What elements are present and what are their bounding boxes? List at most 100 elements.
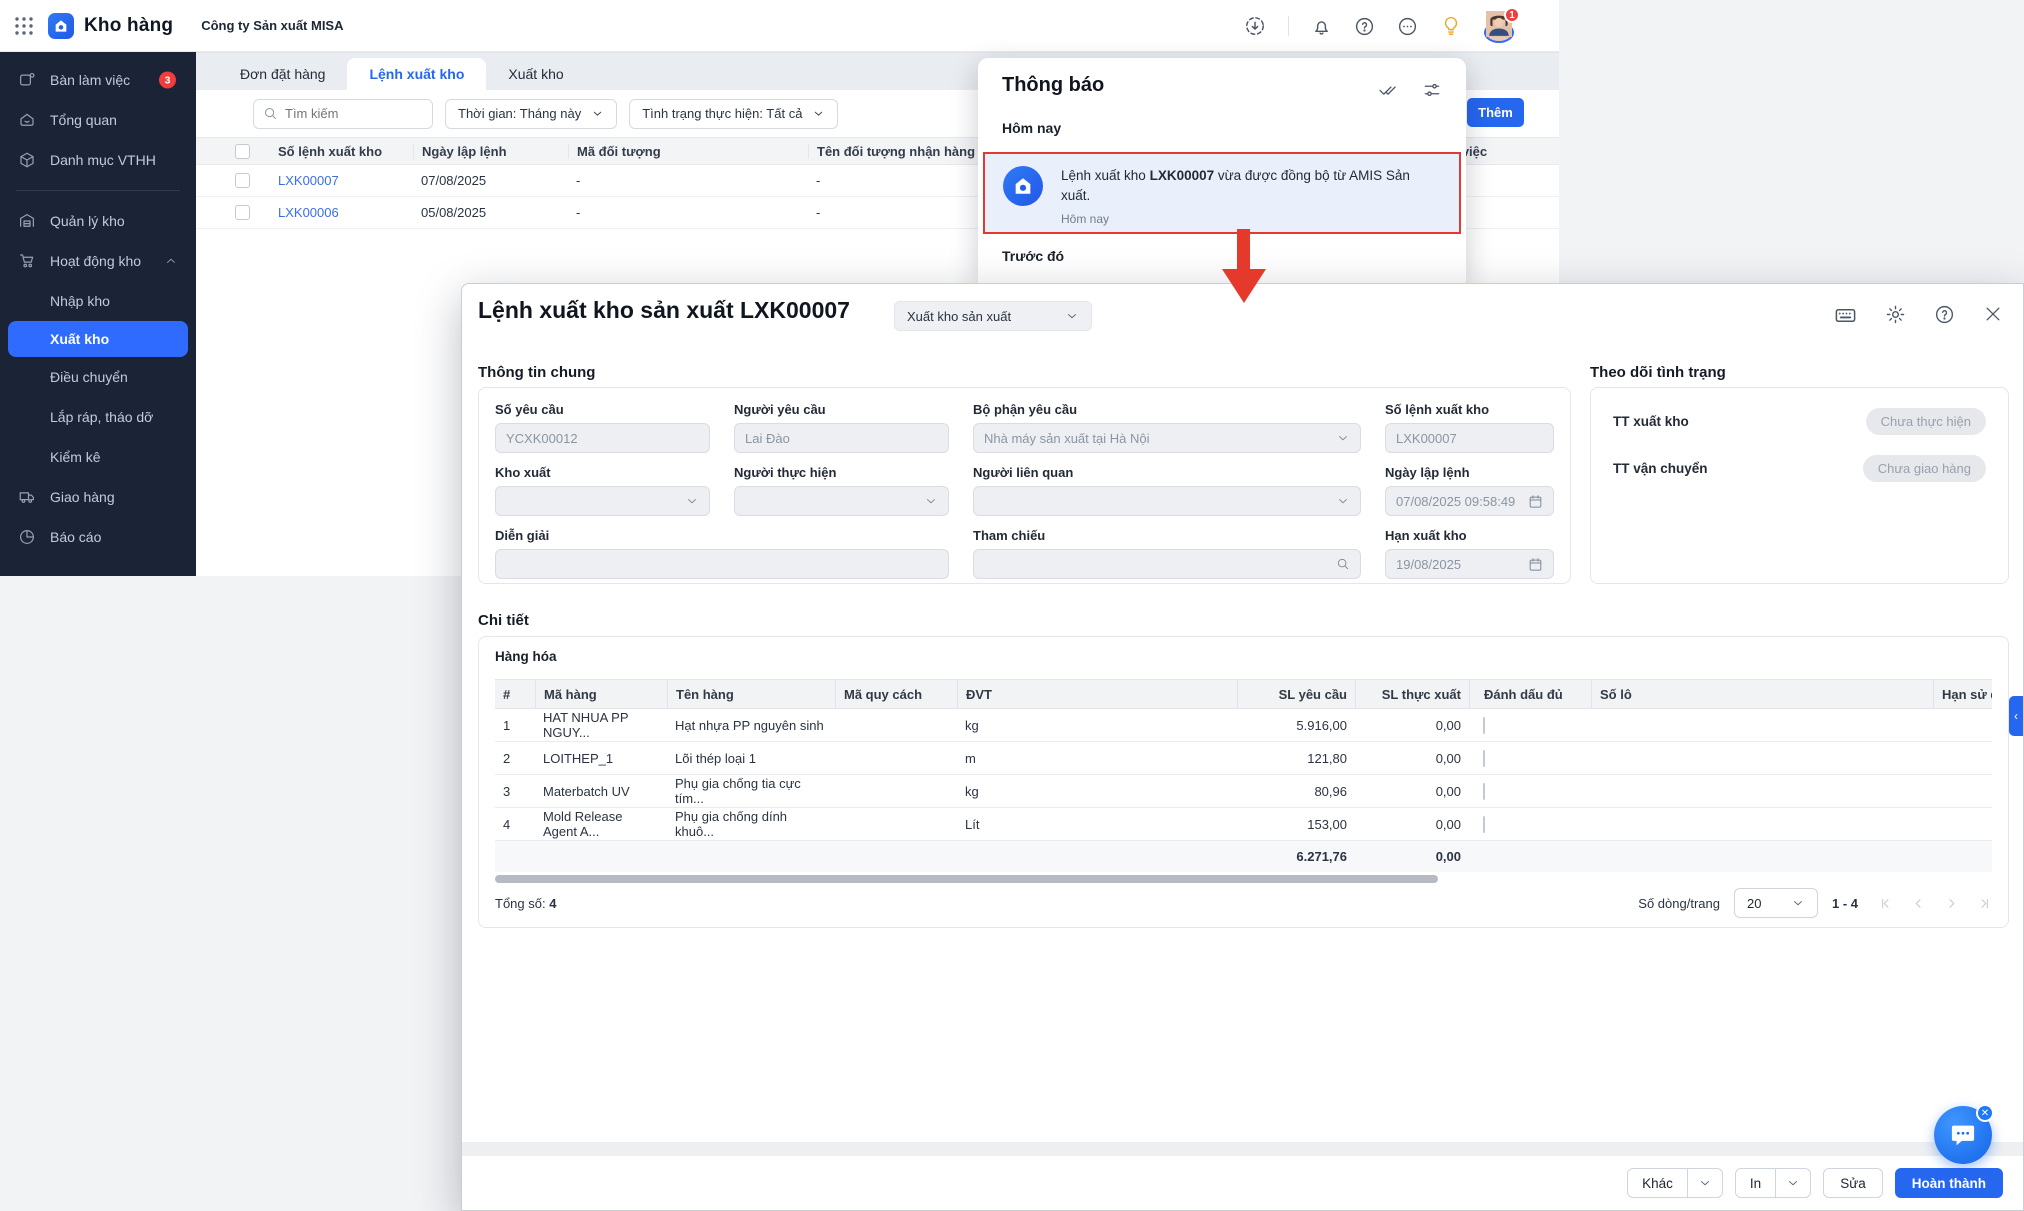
sidebar-item-tong-quan[interactable]: Tổng quan bbox=[0, 100, 196, 140]
sidebar-item-dieu-chuyen[interactable]: Điều chuyển bbox=[0, 357, 196, 397]
field-so-yeu-cau: Số yêu cầu bbox=[495, 402, 710, 453]
app-grid-icon[interactable] bbox=[14, 16, 34, 36]
add-button[interactable]: Thêm bbox=[1467, 98, 1524, 127]
next-page-icon[interactable] bbox=[1944, 896, 1959, 911]
tab-don-dat-hang[interactable]: Đơn đặt hàng bbox=[218, 58, 347, 90]
tab-xuat-kho[interactable]: Xuất kho bbox=[486, 58, 585, 90]
sidebar-item-xuat-kho[interactable]: Xuất kho bbox=[8, 321, 188, 357]
horizontal-scrollbar[interactable] bbox=[495, 875, 1992, 883]
sidebar-item-label: Giao hàng bbox=[50, 489, 115, 505]
status-filter-dropdown[interactable]: Tình trạng thực hiện: Tất cả bbox=[629, 98, 839, 129]
more-options-icon[interactable] bbox=[1397, 16, 1418, 37]
sidebar-item-kiem-ke[interactable]: Kiểm kê bbox=[0, 437, 196, 477]
close-icon[interactable] bbox=[1983, 304, 2003, 327]
bo-phan-yeu-cau-select[interactable]: Nhà máy sản xuất tại Hà Nội bbox=[973, 423, 1361, 453]
tab-hang-hoa[interactable]: Hàng hóa bbox=[495, 649, 557, 664]
khac-button-label[interactable]: Khác bbox=[1628, 1169, 1687, 1197]
help-icon[interactable] bbox=[1354, 16, 1375, 37]
in-button-label[interactable]: In bbox=[1736, 1169, 1775, 1197]
sidebar-item-label: Quản lý kho bbox=[50, 213, 125, 229]
sidebar-item-bao-cao[interactable]: Báo cáo bbox=[0, 517, 196, 557]
field-kho-xuat: Kho xuất bbox=[495, 465, 710, 516]
total-qty-required: 6.271,76 bbox=[1296, 849, 1347, 864]
notification-section-today: Hôm nay bbox=[1002, 120, 1062, 136]
help-icon[interactable] bbox=[1934, 304, 1955, 327]
mark-complete-checkbox[interactable] bbox=[1483, 716, 1485, 734]
dien-giai-input[interactable] bbox=[506, 556, 938, 572]
sidebar-item-label: Bàn làm việc bbox=[50, 72, 131, 88]
voucher-type-dropdown[interactable]: Xuất kho sản xuất bbox=[894, 301, 1092, 331]
nguoi-thuc-hien-select[interactable] bbox=[734, 486, 949, 516]
sidebar-item-hoat-dong-kho[interactable]: Hoạt động kho bbox=[0, 241, 196, 281]
chevron-down-icon[interactable] bbox=[1686, 1169, 1722, 1197]
sidebar-item-ban-lam-viec[interactable]: Bàn làm việc 3 bbox=[0, 60, 196, 100]
time-filter-dropdown[interactable]: Thời gian: Tháng này bbox=[445, 98, 618, 129]
mark-all-read-icon[interactable] bbox=[1378, 80, 1398, 100]
user-avatar[interactable]: 1 bbox=[1484, 7, 1520, 43]
table-row[interactable]: 2 LOITHEP_1 Lõi thép loại 1 m 121,80 0,0… bbox=[495, 742, 1992, 775]
so-lenh-xuat-kho-input[interactable] bbox=[1396, 430, 1543, 446]
notification-settings-icon[interactable] bbox=[1422, 80, 1442, 100]
row-checkbox[interactable] bbox=[235, 205, 250, 220]
select-all-checkbox[interactable] bbox=[235, 143, 250, 159]
list-col-date: Ngày lập lệnh bbox=[413, 143, 568, 159]
khac-split-button[interactable]: Khác bbox=[1627, 1168, 1723, 1198]
sua-button[interactable]: Sửa bbox=[1823, 1168, 1883, 1198]
sidebar-item-danh-muc-vthh[interactable]: Danh mục VTHH bbox=[0, 140, 196, 180]
row-checkbox[interactable] bbox=[235, 173, 250, 188]
expand-panel-chevron[interactable]: ‹ bbox=[2009, 696, 2023, 736]
so-yeu-cau-input[interactable] bbox=[506, 430, 699, 446]
tab-lenh-xuat-kho[interactable]: Lệnh xuất kho bbox=[347, 58, 487, 90]
sidebar-item-lap-rap-thao-do[interactable]: Lắp ráp, tháo dỡ bbox=[0, 397, 196, 437]
order-code-link[interactable]: LXK00006 bbox=[258, 205, 413, 220]
prev-page-icon[interactable] bbox=[1911, 896, 1926, 911]
mark-complete-checkbox[interactable] bbox=[1483, 815, 1485, 833]
scrollbar-thumb[interactable] bbox=[495, 875, 1439, 883]
kho-xuat-select[interactable] bbox=[495, 486, 710, 516]
nguoi-yeu-cau-input[interactable] bbox=[745, 430, 938, 446]
general-info-section-title: Thông tin chung bbox=[478, 364, 596, 381]
chevron-down-icon bbox=[1791, 896, 1805, 910]
mark-complete-checkbox[interactable] bbox=[1483, 749, 1485, 767]
notifications-bell-icon[interactable] bbox=[1311, 16, 1332, 37]
field-tham-chieu: Tham chiếu bbox=[973, 528, 1361, 579]
nguoi-lien-quan-select[interactable] bbox=[973, 486, 1361, 516]
total-count-value: 4 bbox=[549, 895, 557, 911]
hoan-thanh-button[interactable]: Hoàn thành bbox=[1894, 1168, 2003, 1198]
settings-gear-icon[interactable] bbox=[1885, 304, 1906, 327]
first-page-icon[interactable] bbox=[1878, 896, 1893, 911]
avatar-notification-badge: 1 bbox=[1504, 7, 1520, 23]
notification-section-earlier: Trước đó bbox=[1002, 248, 1065, 264]
sidebar-item-nhap-kho[interactable]: Nhập kho bbox=[0, 281, 196, 321]
total-qty-actual: 0,00 bbox=[1435, 849, 1461, 864]
rows-per-page-dropdown[interactable]: 20 bbox=[1733, 888, 1818, 918]
table-row[interactable]: 1 HAT NHUA PP NGUY... Hạt nhựa PP nguyên… bbox=[495, 709, 1992, 742]
notification-item-highlighted[interactable]: Lệnh xuất kho LXK00007 vừa được đồng bộ … bbox=[983, 152, 1461, 234]
report-icon bbox=[18, 528, 38, 546]
in-split-button[interactable]: In bbox=[1734, 1168, 1812, 1198]
detail-table-header: # Mã hàng Tên hàng Mã quy cách ĐVT SL yê… bbox=[495, 679, 1992, 709]
last-page-icon[interactable] bbox=[1977, 896, 1992, 911]
sidebar-item-quan-ly-kho[interactable]: Quản lý kho bbox=[0, 201, 196, 241]
ngay-lap-lenh-datepicker[interactable]: 07/08/2025 09:58:49 bbox=[1385, 486, 1554, 516]
chat-close-icon[interactable]: ✕ bbox=[1976, 1104, 1994, 1122]
search-box[interactable] bbox=[253, 98, 433, 129]
order-code-link[interactable]: LXK00007 bbox=[258, 173, 413, 188]
sync-download-icon[interactable] bbox=[1244, 15, 1266, 37]
chevron-down-icon bbox=[1336, 431, 1350, 445]
mark-complete-checkbox[interactable] bbox=[1483, 782, 1485, 800]
order-date: 05/08/2025 bbox=[421, 205, 487, 220]
table-row[interactable]: 4 Mold Release Agent A... Phụ gia chống … bbox=[495, 808, 1992, 841]
chevron-down-icon bbox=[812, 107, 825, 120]
header-divider bbox=[1288, 16, 1289, 36]
search-input[interactable] bbox=[285, 106, 423, 121]
keyboard-shortcuts-icon[interactable] bbox=[1834, 304, 1857, 327]
chat-support-button[interactable]: ✕ bbox=[1934, 1104, 1994, 1164]
tham-chieu-lookup[interactable] bbox=[973, 549, 1361, 579]
table-row[interactable]: 3 Materbatch UV Phụ gia chống tia cực tí… bbox=[495, 775, 1992, 808]
app-logo-icon[interactable] bbox=[48, 12, 74, 39]
chevron-down-icon[interactable] bbox=[1775, 1169, 1810, 1197]
sidebar-item-giao-hang[interactable]: Giao hàng bbox=[0, 477, 196, 517]
idea-lightbulb-icon[interactable] bbox=[1440, 15, 1462, 37]
han-xuat-kho-datepicker[interactable]: 19/08/2025 bbox=[1385, 549, 1554, 579]
